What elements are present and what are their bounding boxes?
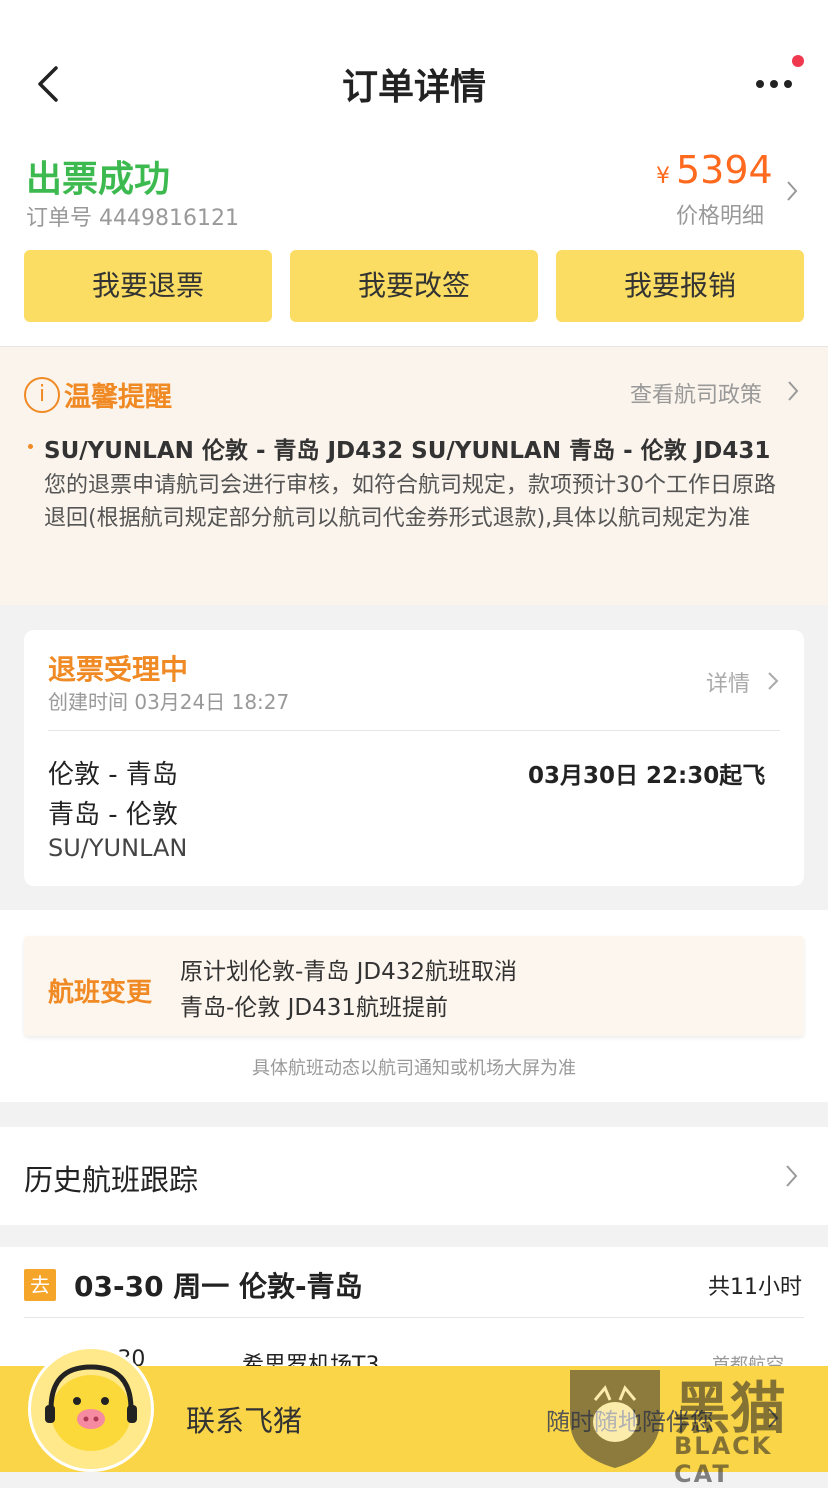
airline-policy-link[interactable]: 查看航司政策 (630, 377, 762, 409)
change-ticket-button[interactable]: 我要改签 (290, 250, 538, 322)
refund-created-time: 创建时间 03月24日 18:27 (48, 690, 290, 714)
refund-button[interactable]: 我要退票 (24, 250, 272, 322)
chevron-right-icon (784, 1163, 800, 1189)
route-return: 青岛 - 伦敦 (48, 800, 178, 830)
order-status-section: 出票成功 订单号 4449816121 ¥ 5394 价格明细 我要退票 我要改… (0, 130, 828, 347)
reminder-title: 温馨提醒 (64, 382, 172, 413)
support-tagline: 随时随地陪伴您 (546, 1408, 714, 1436)
bullet-dot (28, 444, 33, 449)
page-title: 订单详情 (341, 67, 486, 108)
departure-time: 03月30日 22:30起飞 (528, 763, 766, 789)
chevron-right-icon[interactable] (786, 379, 800, 403)
price-detail-link[interactable]: 价格明细 (676, 198, 764, 230)
refund-status-title: 退票受理中 (48, 653, 189, 686)
order-number: 订单号 4449816121 (26, 206, 239, 231)
contact-fliggy-label[interactable]: 联系飞猪 (186, 1398, 302, 1440)
total-price[interactable]: 5394 (676, 148, 773, 192)
chevron-right-icon[interactable] (766, 1406, 780, 1430)
notification-dot (792, 55, 804, 67)
flight-change-label: 航班变更 (48, 978, 153, 1008)
nav-header: 订单详情 (0, 0, 828, 130)
contact-bar[interactable]: 联系飞猪 随时随地陪伴您 (0, 1346, 828, 1472)
info-icon: i (24, 377, 60, 413)
history-flight-tracking-row[interactable]: 历史航班跟踪 (0, 1127, 828, 1225)
ticket-status: 出票成功 (26, 159, 171, 200)
flight-change-line: 原计划伦敦-青岛 JD432航班取消 (180, 959, 518, 985)
chevron-right-icon[interactable] (766, 670, 780, 692)
divider (24, 1317, 804, 1318)
reminder-body: 您的退票申请航司会进行审核，如符合航司规定，款项预计30个工作日原路退回(根据航… (44, 473, 776, 531)
trip-title: 03-30 周一 伦敦-青岛 (74, 1270, 363, 1303)
reminder-section: i 温馨提醒 查看航司政策 SU/YUNLAN 伦敦 - 青岛 JD432 SU… (0, 347, 828, 605)
flight-change-line: 青岛-伦敦 JD431航班提前 (180, 995, 449, 1021)
reminder-flights: SU/YUNLAN 伦敦 - 青岛 JD432 SU/YUNLAN 青岛 - 伦… (44, 438, 771, 464)
trip-duration: 共11小时 (708, 1275, 802, 1300)
currency-symbol: ¥ (656, 164, 670, 189)
outbound-badge: 去 (24, 1269, 56, 1301)
chevron-right-icon[interactable] (782, 176, 802, 206)
passenger-name: SU/YUNLAN (48, 834, 188, 862)
refund-status-card[interactable]: 退票受理中 创建时间 03月24日 18:27 详情 伦敦 - 青岛 青岛 - … (24, 630, 804, 886)
flight-change-card: 航班变更 原计划伦敦-青岛 JD432航班取消 青岛-伦敦 JD431航班提前 (24, 936, 804, 1036)
flight-change-note: 具体航班动态以航司通知或机场大屏为准 (252, 1058, 576, 1079)
refund-detail-link[interactable]: 详情 (706, 666, 750, 698)
divider (48, 730, 780, 731)
reimbursement-button[interactable]: 我要报销 (556, 250, 804, 322)
more-options-icon[interactable] (750, 64, 800, 104)
route-outbound: 伦敦 - 青岛 (48, 760, 178, 790)
fliggy-mascot-avatar[interactable] (28, 1346, 154, 1472)
history-label: 历史航班跟踪 (24, 1163, 199, 1197)
flight-change-section: 航班变更 原计划伦敦-青岛 JD432航班取消 青岛-伦敦 JD431航班提前 … (0, 910, 828, 1102)
